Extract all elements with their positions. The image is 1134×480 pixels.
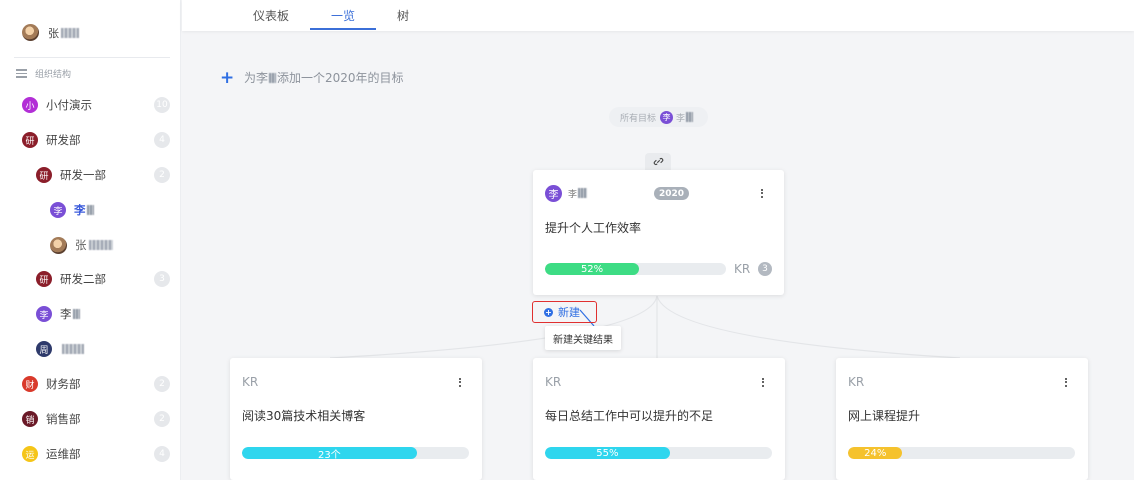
- more-options-icon[interactable]: [756, 186, 768, 200]
- avatar: 李: [36, 306, 52, 322]
- current-user[interactable]: 张: [22, 24, 79, 41]
- new-button-label: 新建: [558, 306, 580, 319]
- sidebar-item-xiaofu-demo[interactable]: 小 小付演示 10: [0, 93, 181, 117]
- avatar: 周: [36, 341, 52, 357]
- sidebar-item-rd-dept[interactable]: 研 研发部 4: [0, 128, 181, 152]
- new-key-result-tooltip: 新建关键结果: [545, 326, 621, 350]
- active-tab-indicator: [310, 28, 376, 30]
- avatar: 李: [50, 202, 66, 218]
- key-result-card[interactable]: KR 每日总结工作中可以提升的不足 55%: [533, 358, 785, 480]
- goal-progress-bar: 52%: [545, 263, 726, 275]
- kr-label: KR: [242, 375, 259, 389]
- goal-title: 提升个人工作效率: [545, 221, 642, 235]
- avatar: 销: [22, 411, 38, 427]
- avatar: 运: [22, 446, 38, 462]
- sidebar-item-ops-dept[interactable]: 运 运维部 4: [0, 442, 181, 466]
- kr-title: 每日总结工作中可以提升的不足: [545, 409, 714, 423]
- sidebar-item-label: 研发二部: [60, 272, 106, 286]
- add-goal-link[interactable]: + 为李 添加一个2020年的目标: [220, 69, 404, 86]
- org-structure-header: 组织结构: [16, 67, 71, 80]
- sidebar-item-label: 李: [74, 202, 95, 218]
- kr-label: KR: [734, 262, 751, 276]
- goal-card[interactable]: 李 李 2020 提升个人工作效率 52% KR 3: [533, 170, 784, 295]
- year-badge: 2020: [654, 187, 689, 200]
- plus-icon: +: [220, 67, 235, 88]
- progress-fill: 52%: [545, 263, 640, 275]
- avatar: 小: [22, 97, 38, 113]
- member-count-badge: 3: [154, 271, 170, 287]
- owner-name: 李: [568, 187, 588, 200]
- user-avatar: [22, 24, 39, 41]
- member-count-badge: 2: [154, 376, 170, 392]
- more-options-icon[interactable]: [454, 375, 466, 389]
- more-options-icon[interactable]: [757, 375, 769, 389]
- progress-fill: 23个: [242, 447, 417, 459]
- avatar: 研: [36, 167, 52, 183]
- kr-label: KR: [545, 375, 562, 389]
- progress-label: 23个: [318, 449, 341, 460]
- member-count-badge: 10: [154, 97, 170, 113]
- sidebar-item-label: 销售部: [46, 412, 81, 426]
- more-options-icon[interactable]: [1060, 375, 1072, 389]
- sidebar-item-label: 运维部: [46, 447, 81, 461]
- sidebar-item-member-zhang[interactable]: 张: [0, 233, 181, 257]
- sidebar-item-finance-dept[interactable]: 财 财务部 2: [0, 372, 181, 396]
- progress-label: 52%: [580, 263, 604, 275]
- add-goal-text: 为李 添加一个2020年的目标: [244, 71, 404, 85]
- sidebar-divider: [14, 57, 170, 58]
- all-goals-filter[interactable]: 所有目标 李 李: [609, 107, 708, 127]
- kr-progress-bar: 23个: [242, 447, 469, 459]
- sidebar-item-label: 李: [60, 306, 81, 322]
- sidebar-item-rd-team-1[interactable]: 研 研发一部 2: [0, 163, 181, 187]
- list-icon: [16, 69, 27, 78]
- plus-circle-icon: +: [544, 307, 553, 317]
- key-result-card[interactable]: KR 阅读30篇技术相关博客 23个: [230, 358, 482, 480]
- org-structure-title: 组织结构: [35, 70, 72, 80]
- tab-tree[interactable]: 树: [388, 0, 418, 31]
- avatar: 财: [22, 376, 38, 392]
- avatar: 研: [36, 271, 52, 287]
- link-icon[interactable]: [645, 153, 671, 170]
- sidebar-item-member-li-2[interactable]: 李 李: [0, 302, 181, 326]
- progress-label: 24%: [864, 447, 887, 459]
- sidebar-item-member-li[interactable]: 李 李: [0, 198, 181, 222]
- tab-overview[interactable]: 一览: [318, 0, 368, 31]
- progress-fill: 24%: [848, 447, 903, 459]
- member-count-badge: 2: [154, 167, 170, 183]
- sidebar: 张 组织结构 小 小付演示 10 研 研发部 4 研 研发一部 2 李 李 张 …: [0, 0, 181, 480]
- sidebar-item-label: 财务部: [46, 377, 81, 391]
- kr-label: KR: [848, 375, 865, 389]
- avatar: 研: [22, 132, 38, 148]
- member-count-badge: 4: [154, 446, 170, 462]
- all-goals-owner: 李: [676, 111, 694, 124]
- user-name: 张: [48, 25, 79, 41]
- kr-progress-bar: 55%: [545, 447, 772, 459]
- member-count-badge: 2: [154, 411, 170, 427]
- sidebar-item-rd-team-2[interactable]: 研 研发二部 3: [0, 267, 181, 291]
- sidebar-item-label: 小付演示: [46, 98, 92, 112]
- sidebar-item-sales-dept[interactable]: 销 销售部 2: [0, 407, 181, 431]
- sidebar-item-label: 研发部: [46, 133, 81, 147]
- sidebar-item-label: 研发一部: [60, 168, 106, 182]
- member-count-badge: 4: [154, 132, 170, 148]
- goal-owner: 李 李: [545, 185, 588, 202]
- sidebar-item-member-zhou[interactable]: 周: [0, 337, 181, 361]
- kr-title: 阅读30篇技术相关博客: [242, 409, 366, 423]
- progress-fill: 55%: [545, 447, 670, 459]
- progress-label: 55%: [596, 447, 619, 459]
- key-result-card[interactable]: KR 网上课程提升 24%: [836, 358, 1088, 480]
- new-key-result-button[interactable]: + 新建: [532, 301, 597, 323]
- kr-progress-bar: 24%: [848, 447, 1075, 459]
- all-goals-label: 所有目标: [620, 113, 657, 124]
- avatar: 李: [545, 185, 562, 202]
- view-tabs: 仪表板 一览 树: [182, 0, 1134, 31]
- sidebar-item-label: [60, 342, 84, 356]
- tab-dashboard[interactable]: 仪表板: [246, 0, 296, 31]
- sidebar-item-label: 张: [75, 237, 113, 253]
- avatar: 李: [660, 110, 674, 124]
- kr-count-badge: 3: [758, 262, 772, 276]
- kr-title: 网上课程提升: [848, 409, 921, 423]
- avatar: [50, 236, 67, 254]
